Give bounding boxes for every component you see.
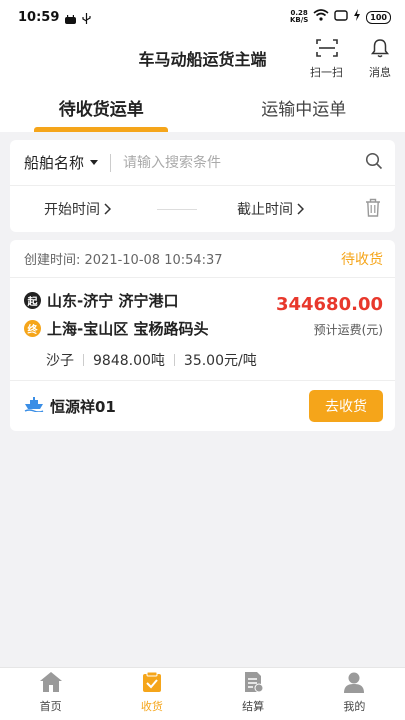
bell-icon: [370, 38, 390, 64]
freight-label: 预计运费(元): [313, 323, 383, 337]
tab-bar: 待收货运单 运输中运单: [0, 82, 405, 132]
origin-badge-icon: 起: [24, 291, 41, 309]
status-badge: 待收货: [341, 251, 383, 268]
nav-item-profile[interactable]: 我的: [304, 668, 405, 720]
search-row: 船舶名称: [10, 140, 395, 186]
trash-icon[interactable]: [365, 198, 381, 221]
search-icon[interactable]: [365, 152, 383, 174]
divider: [173, 354, 175, 366]
range-arrow-icon: [157, 208, 197, 210]
cargo-weight: 9848.00吨: [93, 353, 165, 369]
usb-icon: [82, 12, 93, 24]
start-time-picker[interactable]: 开始时间: [44, 199, 111, 219]
search-panel: 船舶名称 开始时间 截止时间: [10, 140, 395, 232]
divider: [110, 153, 112, 172]
date-range-row: 开始时间 截止时间: [10, 186, 395, 232]
bottom-nav: 首页 收货 结算 我的: [0, 667, 405, 720]
unit-price: 35.00元/吨: [183, 353, 257, 369]
status-bar: 10:59 0.28 KB/S 100: [0, 0, 405, 34]
page-title: 车马动船运货主端: [138, 50, 267, 69]
destination-location: 上海-宝山区 宝杨路码头: [47, 319, 209, 338]
chevron-right-icon: [104, 203, 111, 215]
origin-location: 山东-济宁 济宁港口: [47, 291, 179, 310]
freight-price: 344680.00 预计运费(元): [276, 294, 383, 338]
battery-level: 100: [366, 10, 391, 24]
end-time-picker[interactable]: 截止时间: [237, 199, 304, 219]
tab-in-transit[interactable]: 运输中运单: [203, 82, 405, 132]
order-card-body: 起 山东-济宁 济宁港口 终 上海-宝山区 宝杨路码头 沙子 9848.00吨 …: [10, 278, 395, 381]
nav-label-profile: 我的: [343, 700, 366, 713]
nav-item-settlement[interactable]: 结算: [203, 668, 304, 720]
net-speed-unit: KB/S: [289, 16, 309, 24]
charging-icon: [353, 9, 361, 25]
divider: [83, 354, 84, 366]
ship-name-dropdown-label: 船舶名称: [24, 154, 85, 172]
chevron-right-icon: [297, 203, 304, 215]
nav-item-receive[interactable]: 收货: [101, 668, 202, 720]
scan-button[interactable]: 扫一扫: [310, 38, 343, 80]
destination-badge-icon: 终: [24, 319, 41, 337]
scan-label: 扫一扫: [310, 66, 343, 79]
sim-icon: [334, 9, 348, 25]
receive-icon: [141, 671, 163, 698]
tab-pending-receipt[interactable]: 待收货运单: [0, 82, 203, 132]
start-time-label: 开始时间: [44, 202, 100, 218]
scan-icon: [315, 38, 338, 64]
end-time-label: 截止时间: [237, 202, 293, 218]
created-time: 创建时间: 2021-10-08 10:54:37: [24, 253, 223, 268]
ship-name: 恒源祥01: [50, 397, 116, 416]
profile-icon: [343, 671, 365, 698]
nav-label-receive: 收货: [140, 700, 163, 713]
order-card-header: 创建时间: 2021-10-08 10:54:37 待收货: [10, 240, 395, 278]
message-button[interactable]: 消息: [369, 38, 391, 80]
order-card[interactable]: 创建时间: 2021-10-08 10:54:37 待收货 起 山东-济宁 济宁…: [10, 240, 395, 431]
caret-down-icon: [90, 160, 99, 165]
message-label: 消息: [369, 66, 391, 79]
ship-icon: [24, 396, 44, 416]
cargo-specs: 沙子 9848.00吨 35.00元/吨: [24, 350, 383, 370]
status-time: 10:59: [18, 9, 60, 25]
net-speed: 0.28 KB/S: [290, 10, 308, 24]
nav-label-settlement: 结算: [242, 700, 265, 713]
home-icon: [39, 671, 63, 698]
search-input[interactable]: [123, 154, 365, 171]
cargo-type: 沙子: [46, 353, 74, 369]
order-card-footer: 恒源祥01 去收货: [10, 381, 395, 431]
receive-goods-button[interactable]: 去收货: [309, 390, 383, 422]
ship-name-dropdown[interactable]: 船舶名称: [24, 152, 99, 173]
settlement-icon: [242, 671, 264, 698]
wifi-icon: [313, 9, 329, 25]
nav-item-home[interactable]: 首页: [0, 668, 101, 720]
freight-amount: 344680.00: [275, 294, 383, 315]
nav-label-home: 首页: [39, 700, 62, 713]
app-header: 车马动船运货主端 扫一扫 消息: [0, 34, 405, 82]
android-icon: [65, 13, 77, 24]
